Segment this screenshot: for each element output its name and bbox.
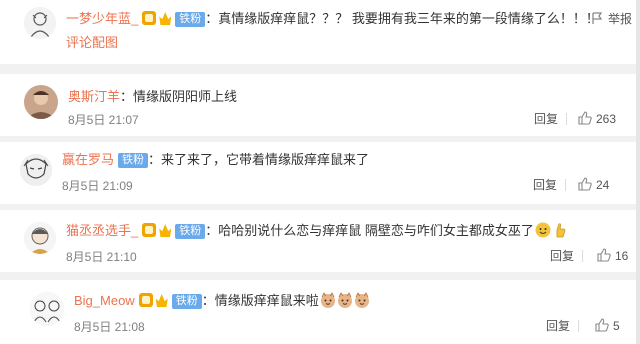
like-count: 263	[596, 112, 617, 126]
comment-card-4: 猫丞丞选手_ 铁粉 ：哈哈别说什么恋与痒痒鼠 隔壁恋与咋们女主都成女巫了 8月5日 …	[0, 210, 640, 272]
crown-badge-icon	[159, 224, 172, 237]
reply-button[interactable]: 回复	[550, 248, 574, 264]
username-link[interactable]: 奥斯汀羊	[68, 89, 120, 104]
report-icon	[590, 11, 604, 25]
emoji-icon	[320, 292, 336, 308]
comment-card-5: Big_Meow 铁粉 ：情缘版痒痒鼠来啦 8月5日 21:08 回复 5	[0, 280, 640, 344]
fan-badge: 铁粉	[175, 12, 206, 27]
like-count: 16	[615, 249, 629, 263]
comment-line: Big_Meow 铁粉 ：情缘版痒痒鼠来啦	[74, 292, 370, 310]
report-label: 举报	[608, 12, 633, 26]
thumbs-up-icon	[597, 248, 611, 262]
comment-line: 赢在罗马 铁粉 ：来了来了，它带着情缘版痒痒鼠来了	[62, 151, 369, 169]
emoji-icon	[337, 292, 353, 308]
avatar[interactable]	[30, 292, 64, 326]
comment-text: 真情缘版痒痒鼠？？？ 我要拥有我三年来的第一段情缘了么！！！	[218, 11, 599, 26]
divider	[565, 179, 566, 191]
avatar[interactable]	[24, 222, 56, 254]
like-button[interactable]: 24	[578, 177, 609, 193]
thumbs-up-icon	[578, 177, 592, 191]
comment-text: 哈哈别说什么恋与痒痒鼠 隔壁恋与咋们女主都成女巫了	[218, 223, 534, 238]
vip-badge-icon	[138, 293, 153, 307]
comment-line: 一梦少年蓝_ 铁粉 ：真情缘版痒痒鼠？？？ 我要拥有我三年来的第一段情缘了么！！！	[66, 10, 599, 28]
like-button[interactable]: 5	[595, 318, 620, 334]
fan-badge: 铁粉	[118, 153, 149, 168]
scrollbar[interactable]	[636, 0, 640, 344]
crown-badge-icon	[159, 12, 172, 25]
reply-button[interactable]: 回复	[534, 111, 558, 127]
username-link[interactable]: Big_Meow	[74, 293, 135, 308]
avatar-image	[30, 292, 64, 326]
crown-badge-icon	[155, 294, 168, 307]
avatar[interactable]	[24, 7, 56, 39]
comment-text: 情缘版阴阳师上线	[133, 89, 238, 104]
comment-card-2: 奥斯汀羊：情缘版阴阳师上线 8月5日 21:07 回复 263	[0, 74, 640, 136]
comment-colon: ：	[205, 11, 219, 26]
comment-colon: ：	[120, 89, 134, 104]
avatar-image	[24, 7, 56, 39]
emoji-icon	[552, 222, 568, 238]
comment-colon: ：	[148, 152, 162, 167]
fan-badge: 铁粉	[171, 294, 202, 309]
attachment-link[interactable]: 评论配图	[66, 34, 118, 52]
like-count: 5	[613, 319, 620, 333]
avatar-image	[20, 154, 52, 186]
avatar[interactable]	[20, 154, 52, 186]
comment-text: 情缘版痒痒鼠来啦	[214, 293, 319, 308]
timestamp: 8月5日 21:07	[68, 113, 139, 127]
avatar-image	[24, 85, 58, 119]
reply-button[interactable]: 回复	[546, 318, 570, 334]
comment-card-3: 赢在罗马 铁粉 ：来了来了，它带着情缘版痒痒鼠来了 8月5日 21:09 回复 24	[0, 142, 640, 204]
like-button[interactable]: 263	[578, 111, 616, 127]
like-button[interactable]: 16	[597, 248, 628, 264]
username-link[interactable]: 一梦少年蓝_	[66, 11, 138, 26]
like-count: 24	[596, 178, 610, 192]
timestamp: 8月5日 21:09	[62, 179, 133, 193]
emoji-icon	[354, 292, 370, 308]
username-link[interactable]: 赢在罗马	[62, 152, 114, 167]
comment-line: 猫丞丞选手_ 铁粉 ：哈哈别说什么恋与痒痒鼠 隔壁恋与咋们女主都成女巫了	[66, 222, 568, 240]
avatar[interactable]	[24, 85, 58, 119]
report-button[interactable]: 举报	[590, 11, 632, 27]
comment-line: 奥斯汀羊：情缘版阴阳师上线	[68, 88, 237, 106]
comment-colon: ：	[205, 223, 219, 238]
comment-card-1: 一梦少年蓝_ 铁粉 ：真情缘版痒痒鼠？？？ 我要拥有我三年来的第一段情缘了么！！！ …	[0, 0, 640, 64]
divider	[578, 320, 579, 332]
timestamp: 8月5日 21:10	[66, 250, 137, 264]
username-link[interactable]: 猫丞丞选手_	[66, 223, 138, 238]
timestamp: 8月5日 21:08	[74, 320, 145, 334]
comment-text: 来了来了，它带着情缘版痒痒鼠来了	[161, 152, 370, 167]
avatar-image	[24, 222, 56, 254]
reply-button[interactable]: 回复	[533, 177, 557, 193]
fan-badge: 铁粉	[175, 224, 206, 239]
thumbs-up-icon	[578, 111, 592, 125]
vip-badge-icon	[142, 11, 157, 25]
emoji-icon	[535, 222, 551, 238]
thumbs-up-icon	[595, 318, 609, 332]
divider	[566, 113, 567, 125]
comment-colon: ：	[201, 293, 215, 308]
vip-badge-icon	[142, 223, 157, 237]
divider	[582, 250, 583, 262]
